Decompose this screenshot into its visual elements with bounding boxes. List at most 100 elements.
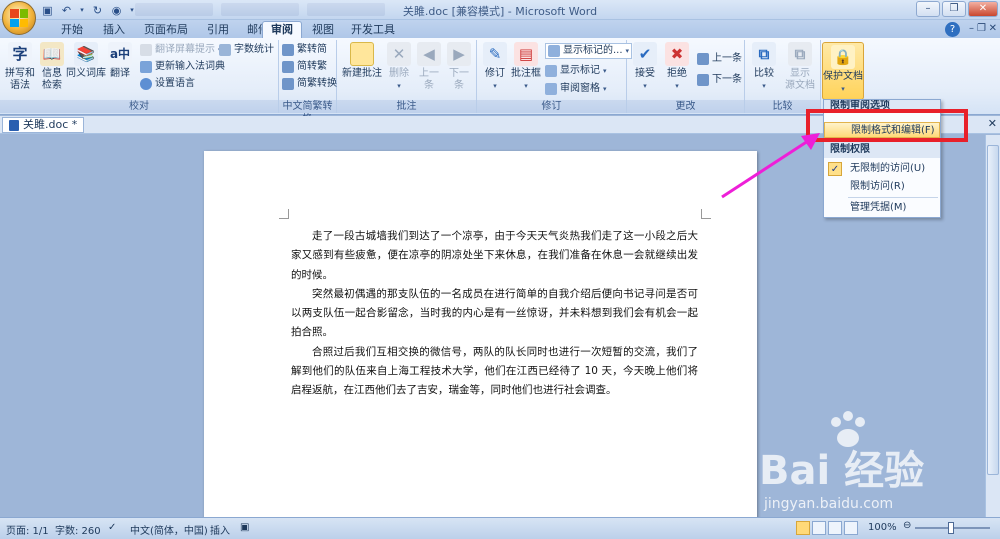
check-icon: ✓ xyxy=(828,162,842,176)
compare-button[interactable]: ⧉ 比较 ▾ xyxy=(748,42,780,92)
chevron-down-icon: ▾ xyxy=(603,85,607,93)
group-label-proofing: 校对 xyxy=(0,100,278,113)
convert-button[interactable]: 简繁转换 xyxy=(282,77,337,91)
title-bar: ▣ ↶ ▾ ↻ ◉ ▾ 关雎.doc [兼容模式] - Microsoft Wo… xyxy=(0,0,1000,35)
show-source-button[interactable]: ⧉ 显示 源文档 xyxy=(782,42,818,92)
help-icon[interactable]: ? xyxy=(945,22,960,37)
thesaurus-icon: 📚 xyxy=(74,42,98,66)
next-comment-icon: ▶ xyxy=(447,42,471,66)
review-pane-button[interactable]: 审阅窗格 ▾ xyxy=(545,82,607,96)
accept-button[interactable]: ✔ 接受 ▾ xyxy=(630,42,660,92)
ribbon-close-icon[interactable]: ✕ xyxy=(989,23,997,34)
word-count-icon xyxy=(219,44,231,56)
show-markup-select[interactable]: 显示标记的... ▾ xyxy=(545,43,633,59)
new-comment-button[interactable]: 新建批注 xyxy=(340,42,384,80)
tab-page-layout[interactable]: 页面布局 xyxy=(136,22,196,38)
trad-to-simp-button[interactable]: 繁转简 xyxy=(282,43,327,57)
next-comment-button[interactable]: ▶ 下一 条 xyxy=(444,42,474,92)
status-language[interactable]: 中文(简体，中国) xyxy=(130,522,208,537)
tab-home[interactable]: 开始 xyxy=(52,22,92,38)
margin-mark-top-left xyxy=(279,209,289,219)
translate-icon: a中 xyxy=(108,42,132,66)
translate-tip-button[interactable]: 翻译屏幕提示▾ xyxy=(140,43,222,57)
minimize-button[interactable]: – xyxy=(916,1,940,17)
research-button[interactable]: 📖 信息 检索 xyxy=(38,42,66,92)
document-body[interactable]: 走了一段古城墙我们到达了一个凉亭，由于今天天气炎热我们走了这一小段之后大家又感到… xyxy=(291,227,698,401)
menu-item-manage-credentials[interactable]: 管理凭据(M) xyxy=(824,200,940,216)
status-word-count[interactable]: 字数: 260 xyxy=(55,522,101,537)
prev-change-button[interactable]: 上一条 xyxy=(697,52,742,66)
group-compare: ⧉ 比较 ▾ ⧉ 显示 源文档 比较 xyxy=(745,40,821,113)
close-button[interactable]: ✕ xyxy=(968,1,998,17)
accept-icon: ✔ xyxy=(633,42,657,66)
prev-comment-button[interactable]: ◀ 上一 条 xyxy=(414,42,444,92)
group-changes: ✔ 接受 ▾ ✖ 拒绝 ▾ 上一条 下一条 更改 xyxy=(627,40,745,113)
prev-change-icon xyxy=(697,53,709,65)
balloons-button[interactable]: ▤ 批注框 ▾ xyxy=(510,42,542,92)
baidu-paw-icon xyxy=(831,411,865,447)
print-preview-icon[interactable]: ◉ xyxy=(109,3,124,18)
tab-insert[interactable]: 插入 xyxy=(94,22,134,38)
research-icon: 📖 xyxy=(40,42,64,66)
next-change-button[interactable]: 下一条 xyxy=(697,73,742,87)
translate-button[interactable]: a中 翻译 xyxy=(106,42,134,80)
tab-developer[interactable]: 开发工具 xyxy=(345,22,401,38)
zoom-slider-knob[interactable] xyxy=(948,522,954,534)
markup-icon xyxy=(548,45,560,57)
menu-separator xyxy=(848,197,938,198)
document-tab[interactable]: 关雎.doc * xyxy=(2,117,85,133)
update-ime-button[interactable]: 更新输入法词典 xyxy=(140,60,225,74)
undo-icon[interactable]: ↶ xyxy=(59,3,74,18)
lock-icon: 🔒 xyxy=(831,45,855,69)
zoom-level[interactable]: 100% xyxy=(868,522,897,533)
view-print-layout-icon[interactable] xyxy=(796,521,810,535)
view-web-layout-icon[interactable] xyxy=(828,521,842,535)
redo-icon[interactable]: ↻ xyxy=(90,3,105,18)
macro-record-icon[interactable]: ▣ xyxy=(240,522,249,533)
save-icon[interactable]: ▣ xyxy=(40,3,55,18)
group-chinese-conversion: 繁转简 简转繁 简繁转换 中文简繁转换 xyxy=(279,40,337,125)
delete-comment-button[interactable]: ✕ 删除 ▾ xyxy=(384,42,414,92)
group-proofing: 字 拼写和 语法 📖 信息 检索 📚 同义词库 a中 翻译 翻译屏幕提示▾ 更新… xyxy=(0,40,279,113)
thesaurus-button[interactable]: 📚 同义词库 xyxy=(66,42,106,80)
proofing-status-icon[interactable]: ✓ xyxy=(108,522,116,533)
zoom-slider[interactable] xyxy=(915,522,990,534)
trad-to-simp-icon xyxy=(282,44,294,56)
ribbon-minimize-icon[interactable]: – xyxy=(969,23,974,34)
simp-to-trad-button[interactable]: 简转繁 xyxy=(282,60,327,74)
show-markup-icon xyxy=(545,65,557,77)
dropdown-icon[interactable]: ▾ xyxy=(78,3,86,18)
track-changes-button[interactable]: ✎ 修订 ▾ xyxy=(480,42,510,92)
compare-icon: ⧉ xyxy=(752,42,776,66)
vertical-scrollbar[interactable] xyxy=(985,135,1000,517)
status-insert-mode[interactable]: 插入 xyxy=(210,522,230,537)
paragraph-2: 突然最初偶遇的那支队伍的一名成员在进行简单的自我介绍后便向书记寻问是否可以两支队… xyxy=(291,287,698,339)
zoom-out-icon[interactable]: ⊖ xyxy=(903,520,911,531)
view-full-screen-icon[interactable] xyxy=(812,521,826,535)
protect-document-button[interactable]: 🔒 保护文档 ▾ xyxy=(822,42,864,100)
group-label-comments: 批注 xyxy=(337,100,476,113)
document-page[interactable]: 走了一段古城墙我们到达了一个凉亭，由于今天天气炎热我们走了这一小段之后大家又感到… xyxy=(204,151,757,517)
menu-item-unrestricted-access[interactable]: ✓ 无限制的访问(U) xyxy=(824,161,940,177)
tab-review[interactable]: 审阅 xyxy=(262,21,302,39)
show-markup-button[interactable]: 显示标记 ▾ xyxy=(545,64,607,78)
spelling-grammar-button[interactable]: 字 拼写和 语法 xyxy=(3,42,37,92)
status-page[interactable]: 页面: 1/1 xyxy=(6,522,49,537)
scrollbar-thumb[interactable] xyxy=(987,145,999,475)
tab-references[interactable]: 引用 xyxy=(200,22,236,38)
ribbon-restore-icon[interactable]: ❐ xyxy=(977,23,986,34)
close-document-icon[interactable]: ✕ xyxy=(988,117,997,130)
office-button[interactable] xyxy=(2,1,36,35)
word-count-button[interactable]: 字数统计 xyxy=(219,43,274,57)
quick-access-toolbar: ▣ ↶ ▾ ↻ ◉ ▾ xyxy=(40,2,136,18)
chevron-down-icon: ▾ xyxy=(603,67,607,75)
reject-button[interactable]: ✖ 拒绝 ▾ xyxy=(662,42,692,92)
tab-view[interactable]: 视图 xyxy=(305,22,341,38)
restore-button[interactable]: ❐ xyxy=(942,1,966,17)
view-outline-icon[interactable] xyxy=(844,521,858,535)
highlight-box xyxy=(806,109,968,142)
menu-item-restricted-access[interactable]: 限制访问(R) xyxy=(824,179,940,195)
taskbar-thumbnails xyxy=(135,3,385,16)
set-language-button[interactable]: 设置语言 xyxy=(140,77,195,91)
spelling-icon: 字 xyxy=(8,42,32,66)
